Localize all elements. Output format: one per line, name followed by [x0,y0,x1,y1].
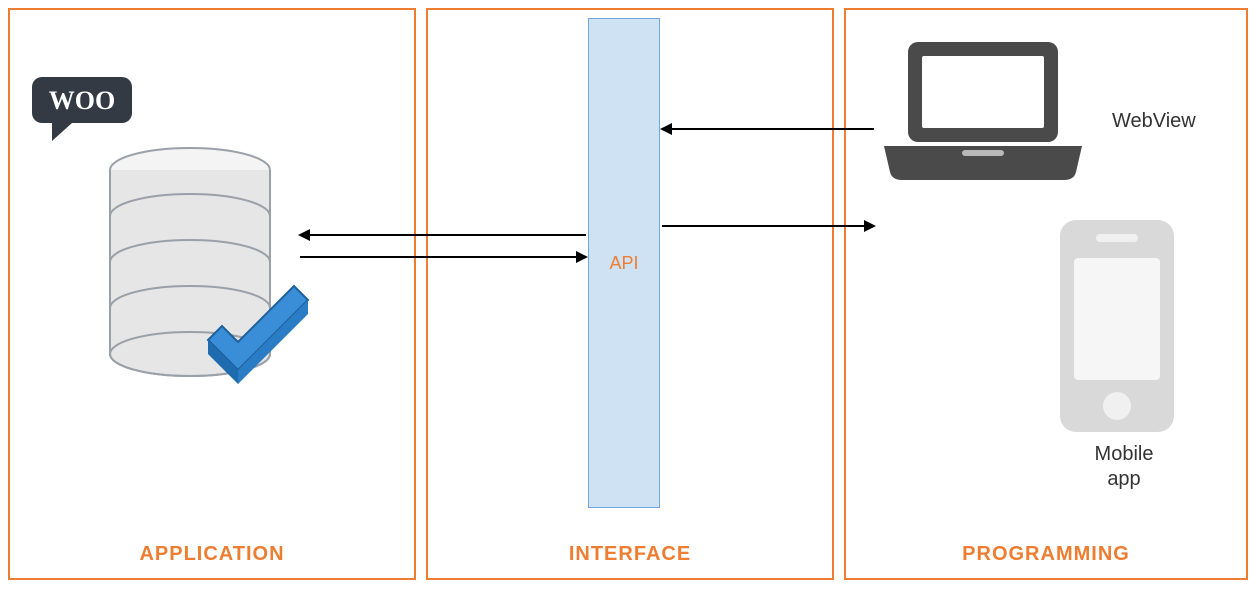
mobile-label-line2: app [1107,468,1140,490]
panel-interface-label: INTERFACE [428,543,832,566]
mobile-label-line1: Mobile [1095,443,1154,465]
api-box-label: API [609,253,638,274]
panel-programming-label: PROGRAMMING [846,543,1246,566]
api-box: API [588,18,660,508]
arrow-db-to-api [300,256,586,258]
arrow-api-to-db [300,234,586,236]
woo-badge: WOO [30,75,140,150]
panel-application-label: APPLICATION [10,543,414,566]
webview-label: WebView [1112,110,1196,133]
arrow-laptop-to-api [662,128,874,130]
woo-text: WOO [49,86,115,115]
mobile-icon [1052,216,1182,441]
mobile-app-label: Mobile app [1084,442,1164,492]
laptop-icon [878,34,1088,189]
arrow-api-to-laptop [662,225,874,227]
database-icon [100,140,320,425]
